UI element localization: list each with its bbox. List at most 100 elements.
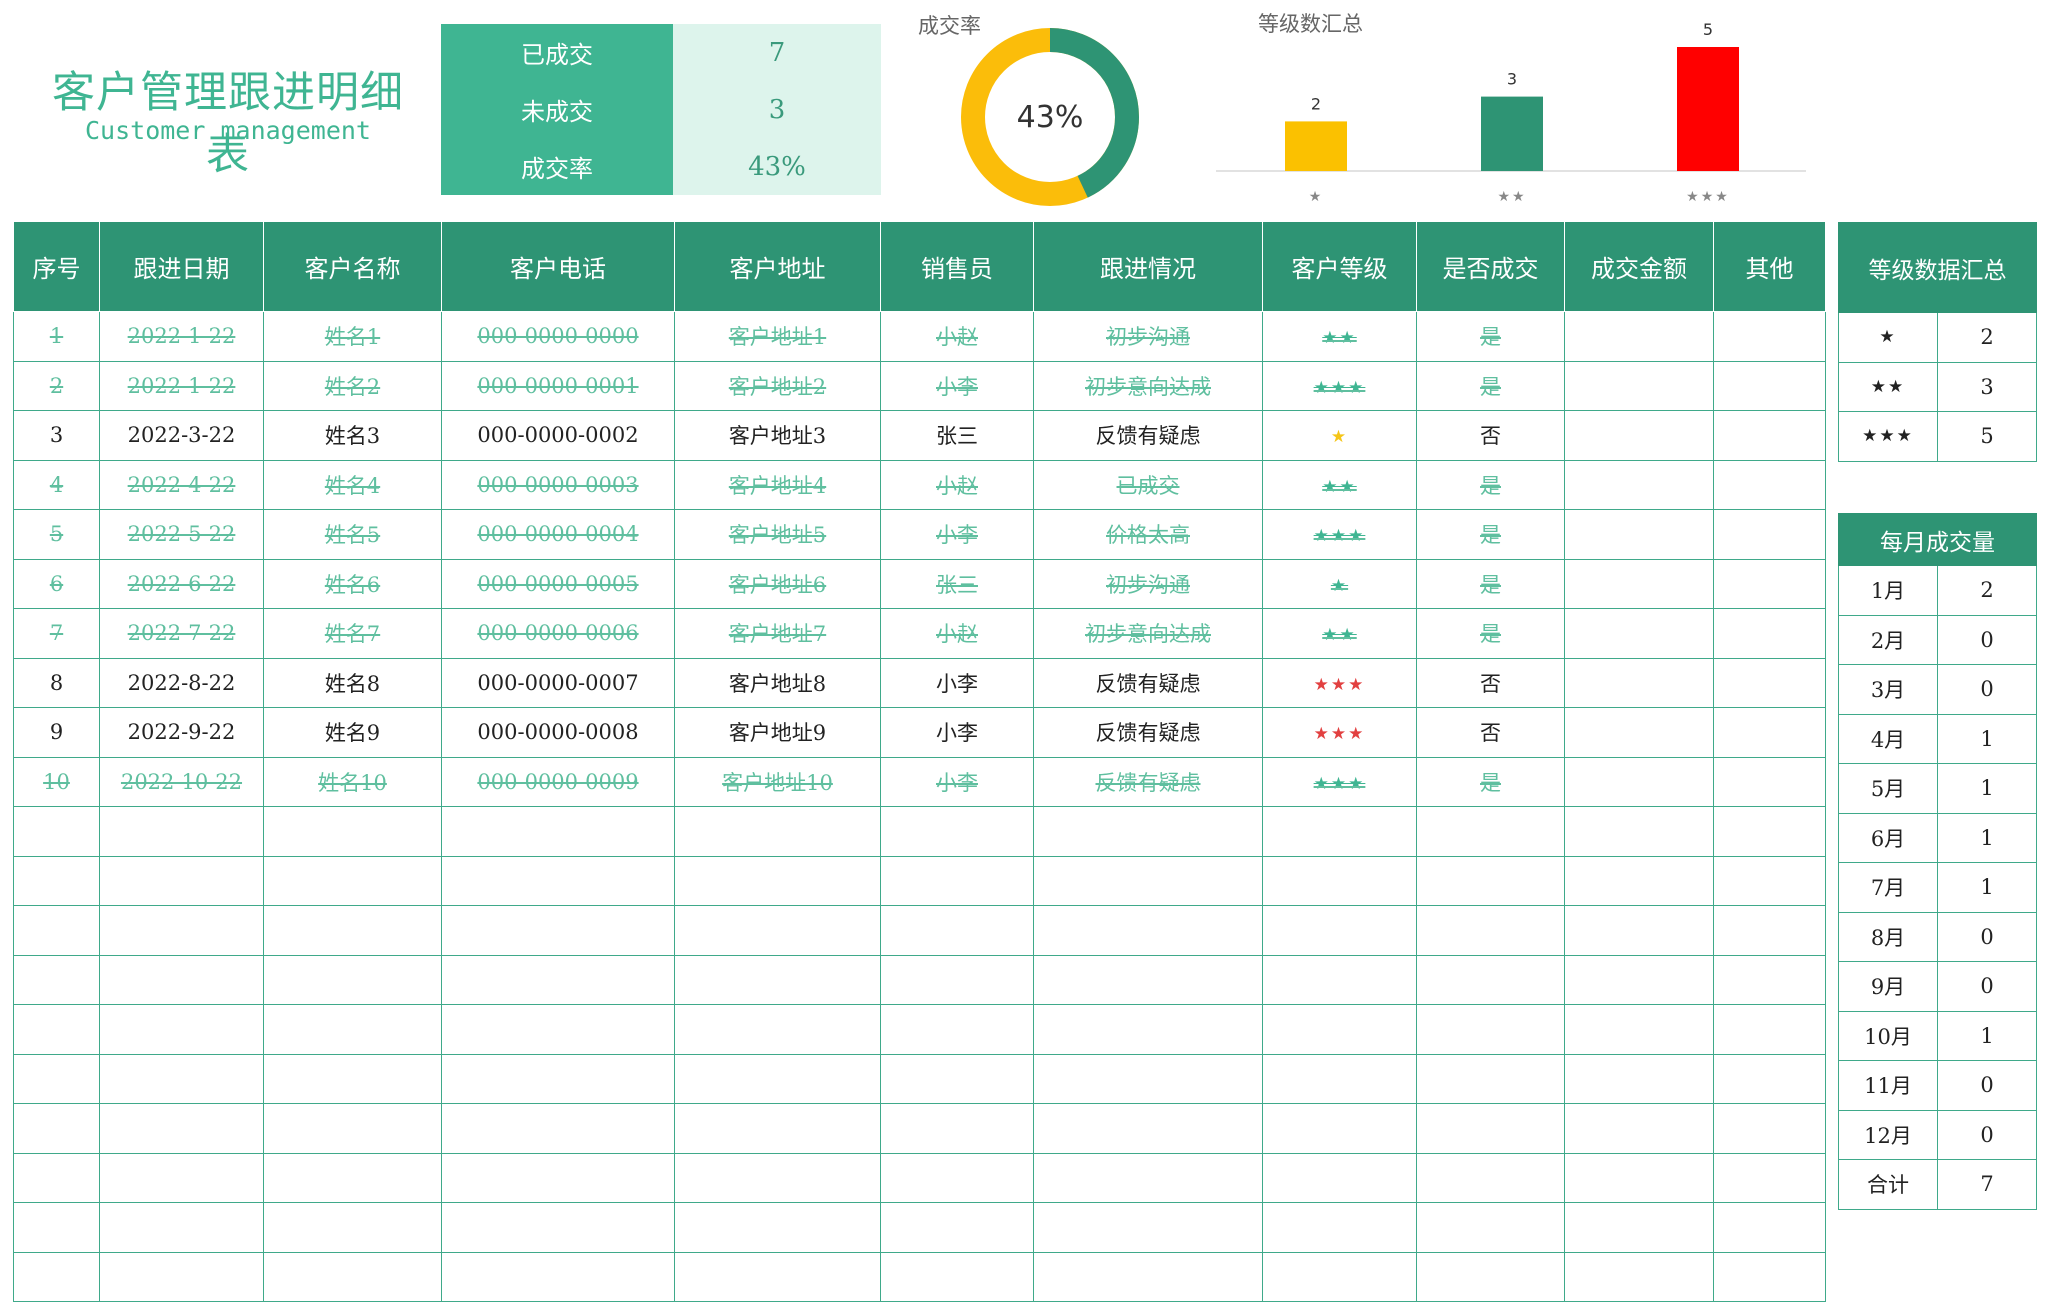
table-cell[interactable]: 000-0000-0008 bbox=[441, 707, 675, 758]
table-cell[interactable] bbox=[674, 806, 881, 857]
table-cell[interactable] bbox=[1713, 954, 1826, 1005]
column-header[interactable]: 客户等级 bbox=[1262, 222, 1417, 312]
table-cell[interactable]: 客户地址8 bbox=[674, 657, 881, 708]
table-cell[interactable]: 姓名4 bbox=[263, 459, 442, 510]
table-cell[interactable]: 8 bbox=[13, 657, 100, 708]
table-cell-level[interactable]: ★★ bbox=[1262, 459, 1417, 510]
table-cell[interactable] bbox=[1416, 855, 1565, 906]
table-cell[interactable]: 2022-1-22 bbox=[99, 360, 264, 411]
month-label[interactable]: 合计 bbox=[1838, 1159, 1938, 1210]
table-cell[interactable] bbox=[1262, 1152, 1417, 1203]
table-cell[interactable] bbox=[1564, 311, 1714, 362]
table-cell[interactable]: 客户地址10 bbox=[674, 756, 881, 807]
bar[interactable] bbox=[1677, 47, 1739, 171]
month-count[interactable]: 1 bbox=[1937, 1010, 2037, 1061]
table-cell-level[interactable]: ★★★ bbox=[1262, 707, 1417, 758]
table-cell[interactable]: 是 bbox=[1416, 608, 1565, 659]
month-label[interactable]: 5月 bbox=[1838, 763, 1938, 814]
table-cell[interactable] bbox=[1713, 360, 1826, 411]
table-cell[interactable] bbox=[1713, 1152, 1826, 1203]
table-cell[interactable] bbox=[1713, 608, 1826, 659]
column-header[interactable]: 序号 bbox=[13, 222, 100, 312]
table-cell[interactable]: 小赵 bbox=[880, 608, 1034, 659]
table-cell-level[interactable]: ★ bbox=[1262, 558, 1417, 609]
column-header[interactable]: 客户地址 bbox=[674, 222, 881, 312]
table-cell[interactable] bbox=[1564, 608, 1714, 659]
table-cell[interactable] bbox=[674, 1202, 881, 1253]
table-cell[interactable] bbox=[99, 1103, 264, 1154]
table-cell[interactable]: 2022-6-22 bbox=[99, 558, 264, 609]
table-cell[interactable] bbox=[674, 954, 881, 1005]
month-count[interactable]: 1 bbox=[1937, 812, 2037, 863]
table-cell[interactable] bbox=[13, 1251, 100, 1302]
table-cell[interactable]: 客户地址3 bbox=[674, 410, 881, 461]
table-cell[interactable] bbox=[1262, 1103, 1417, 1154]
table-cell[interactable]: 客户地址9 bbox=[674, 707, 881, 758]
table-cell[interactable] bbox=[99, 1053, 264, 1104]
table-cell[interactable]: 6 bbox=[13, 558, 100, 609]
table-cell[interactable] bbox=[1033, 1152, 1263, 1203]
table-row[interactable]: 2 2022-1-22 姓名2 000-0000-0001 客户地址2 小李 初步意向达成 ★… bbox=[13, 360, 1826, 411]
table-cell[interactable] bbox=[441, 1251, 675, 1302]
table-cell[interactable] bbox=[1713, 756, 1826, 807]
table-cell[interactable] bbox=[441, 1053, 675, 1104]
month-label[interactable]: 12月 bbox=[1838, 1109, 1938, 1160]
table-cell[interactable]: 是 bbox=[1416, 360, 1565, 411]
level-stars-icon[interactable]: ★ bbox=[1838, 312, 1938, 363]
table-cell[interactable] bbox=[1564, 1004, 1714, 1055]
table-cell[interactable]: 初步意向达成 bbox=[1033, 360, 1263, 411]
monthly-row[interactable]: 合计 7 bbox=[1838, 1159, 2037, 1210]
monthly-row[interactable]: 4月 1 bbox=[1838, 713, 2037, 764]
table-cell[interactable] bbox=[1713, 509, 1826, 560]
table-cell[interactable] bbox=[1564, 558, 1714, 609]
table-cell[interactable]: 小李 bbox=[880, 360, 1034, 411]
table-cell[interactable] bbox=[99, 954, 264, 1005]
table-cell[interactable]: 2022-8-22 bbox=[99, 657, 264, 708]
table-cell[interactable] bbox=[263, 954, 442, 1005]
level-stars-icon[interactable]: ★★★ bbox=[1838, 411, 1938, 462]
table-cell[interactable] bbox=[13, 1004, 100, 1055]
table-row[interactable]: 5 2022-5-22 姓名5 000-0000-0004 客户地址5 小李 价格太高 ★★★… bbox=[13, 509, 1826, 560]
table-cell[interactable] bbox=[441, 1152, 675, 1203]
table-cell[interactable] bbox=[263, 1004, 442, 1055]
table-cell[interactable]: 姓名8 bbox=[263, 657, 442, 708]
table-cell[interactable] bbox=[263, 855, 442, 906]
table-cell[interactable] bbox=[13, 905, 100, 956]
monthly-row[interactable]: 3月 0 bbox=[1838, 664, 2037, 715]
month-label[interactable]: 1月 bbox=[1838, 565, 1938, 616]
column-header[interactable]: 其他 bbox=[1713, 222, 1826, 312]
column-header[interactable]: 客户电话 bbox=[441, 222, 675, 312]
table-cell[interactable] bbox=[1416, 806, 1565, 857]
month-label[interactable]: 7月 bbox=[1838, 862, 1938, 913]
table-cell[interactable] bbox=[1713, 311, 1826, 362]
table-row[interactable]: 1 2022-1-22 姓名1 000-0000-0000 客户地址1 小赵 初步沟通 ★★ 是 bbox=[13, 311, 1826, 362]
column-header[interactable]: 跟进情况 bbox=[1033, 222, 1263, 312]
level-count[interactable]: 5 bbox=[1937, 411, 2037, 462]
table-cell[interactable] bbox=[880, 1053, 1034, 1104]
monthly-row[interactable]: 11月 0 bbox=[1838, 1060, 2037, 1111]
table-cell[interactable] bbox=[880, 1202, 1034, 1253]
table-cell[interactable]: 姓名5 bbox=[263, 509, 442, 560]
table-cell[interactable] bbox=[263, 1251, 442, 1302]
table-cell[interactable] bbox=[1713, 1103, 1826, 1154]
table-cell[interactable] bbox=[1713, 558, 1826, 609]
table-row-empty[interactable] bbox=[13, 905, 1826, 956]
table-cell[interactable]: 9 bbox=[13, 707, 100, 758]
table-cell[interactable] bbox=[1564, 855, 1714, 906]
monthly-row[interactable]: 7月 1 bbox=[1838, 862, 2037, 913]
monthly-row[interactable]: 5月 1 bbox=[1838, 763, 2037, 814]
table-cell[interactable] bbox=[674, 1053, 881, 1104]
level-row[interactable]: ★★★ 5 bbox=[1838, 411, 2037, 462]
table-cell[interactable]: 姓名2 bbox=[263, 360, 442, 411]
table-cell[interactable] bbox=[441, 1103, 675, 1154]
table-cell[interactable] bbox=[263, 1202, 442, 1253]
month-count[interactable]: 0 bbox=[1937, 1060, 2037, 1111]
table-cell[interactable] bbox=[1033, 1103, 1263, 1154]
table-row-empty[interactable] bbox=[13, 1202, 1826, 1253]
table-cell[interactable]: 3 bbox=[13, 410, 100, 461]
column-header[interactable]: 跟进日期 bbox=[99, 222, 264, 312]
table-cell[interactable] bbox=[1033, 1053, 1263, 1104]
table-cell[interactable] bbox=[1564, 459, 1714, 510]
month-count[interactable]: 0 bbox=[1937, 614, 2037, 665]
table-cell[interactable] bbox=[1564, 657, 1714, 708]
